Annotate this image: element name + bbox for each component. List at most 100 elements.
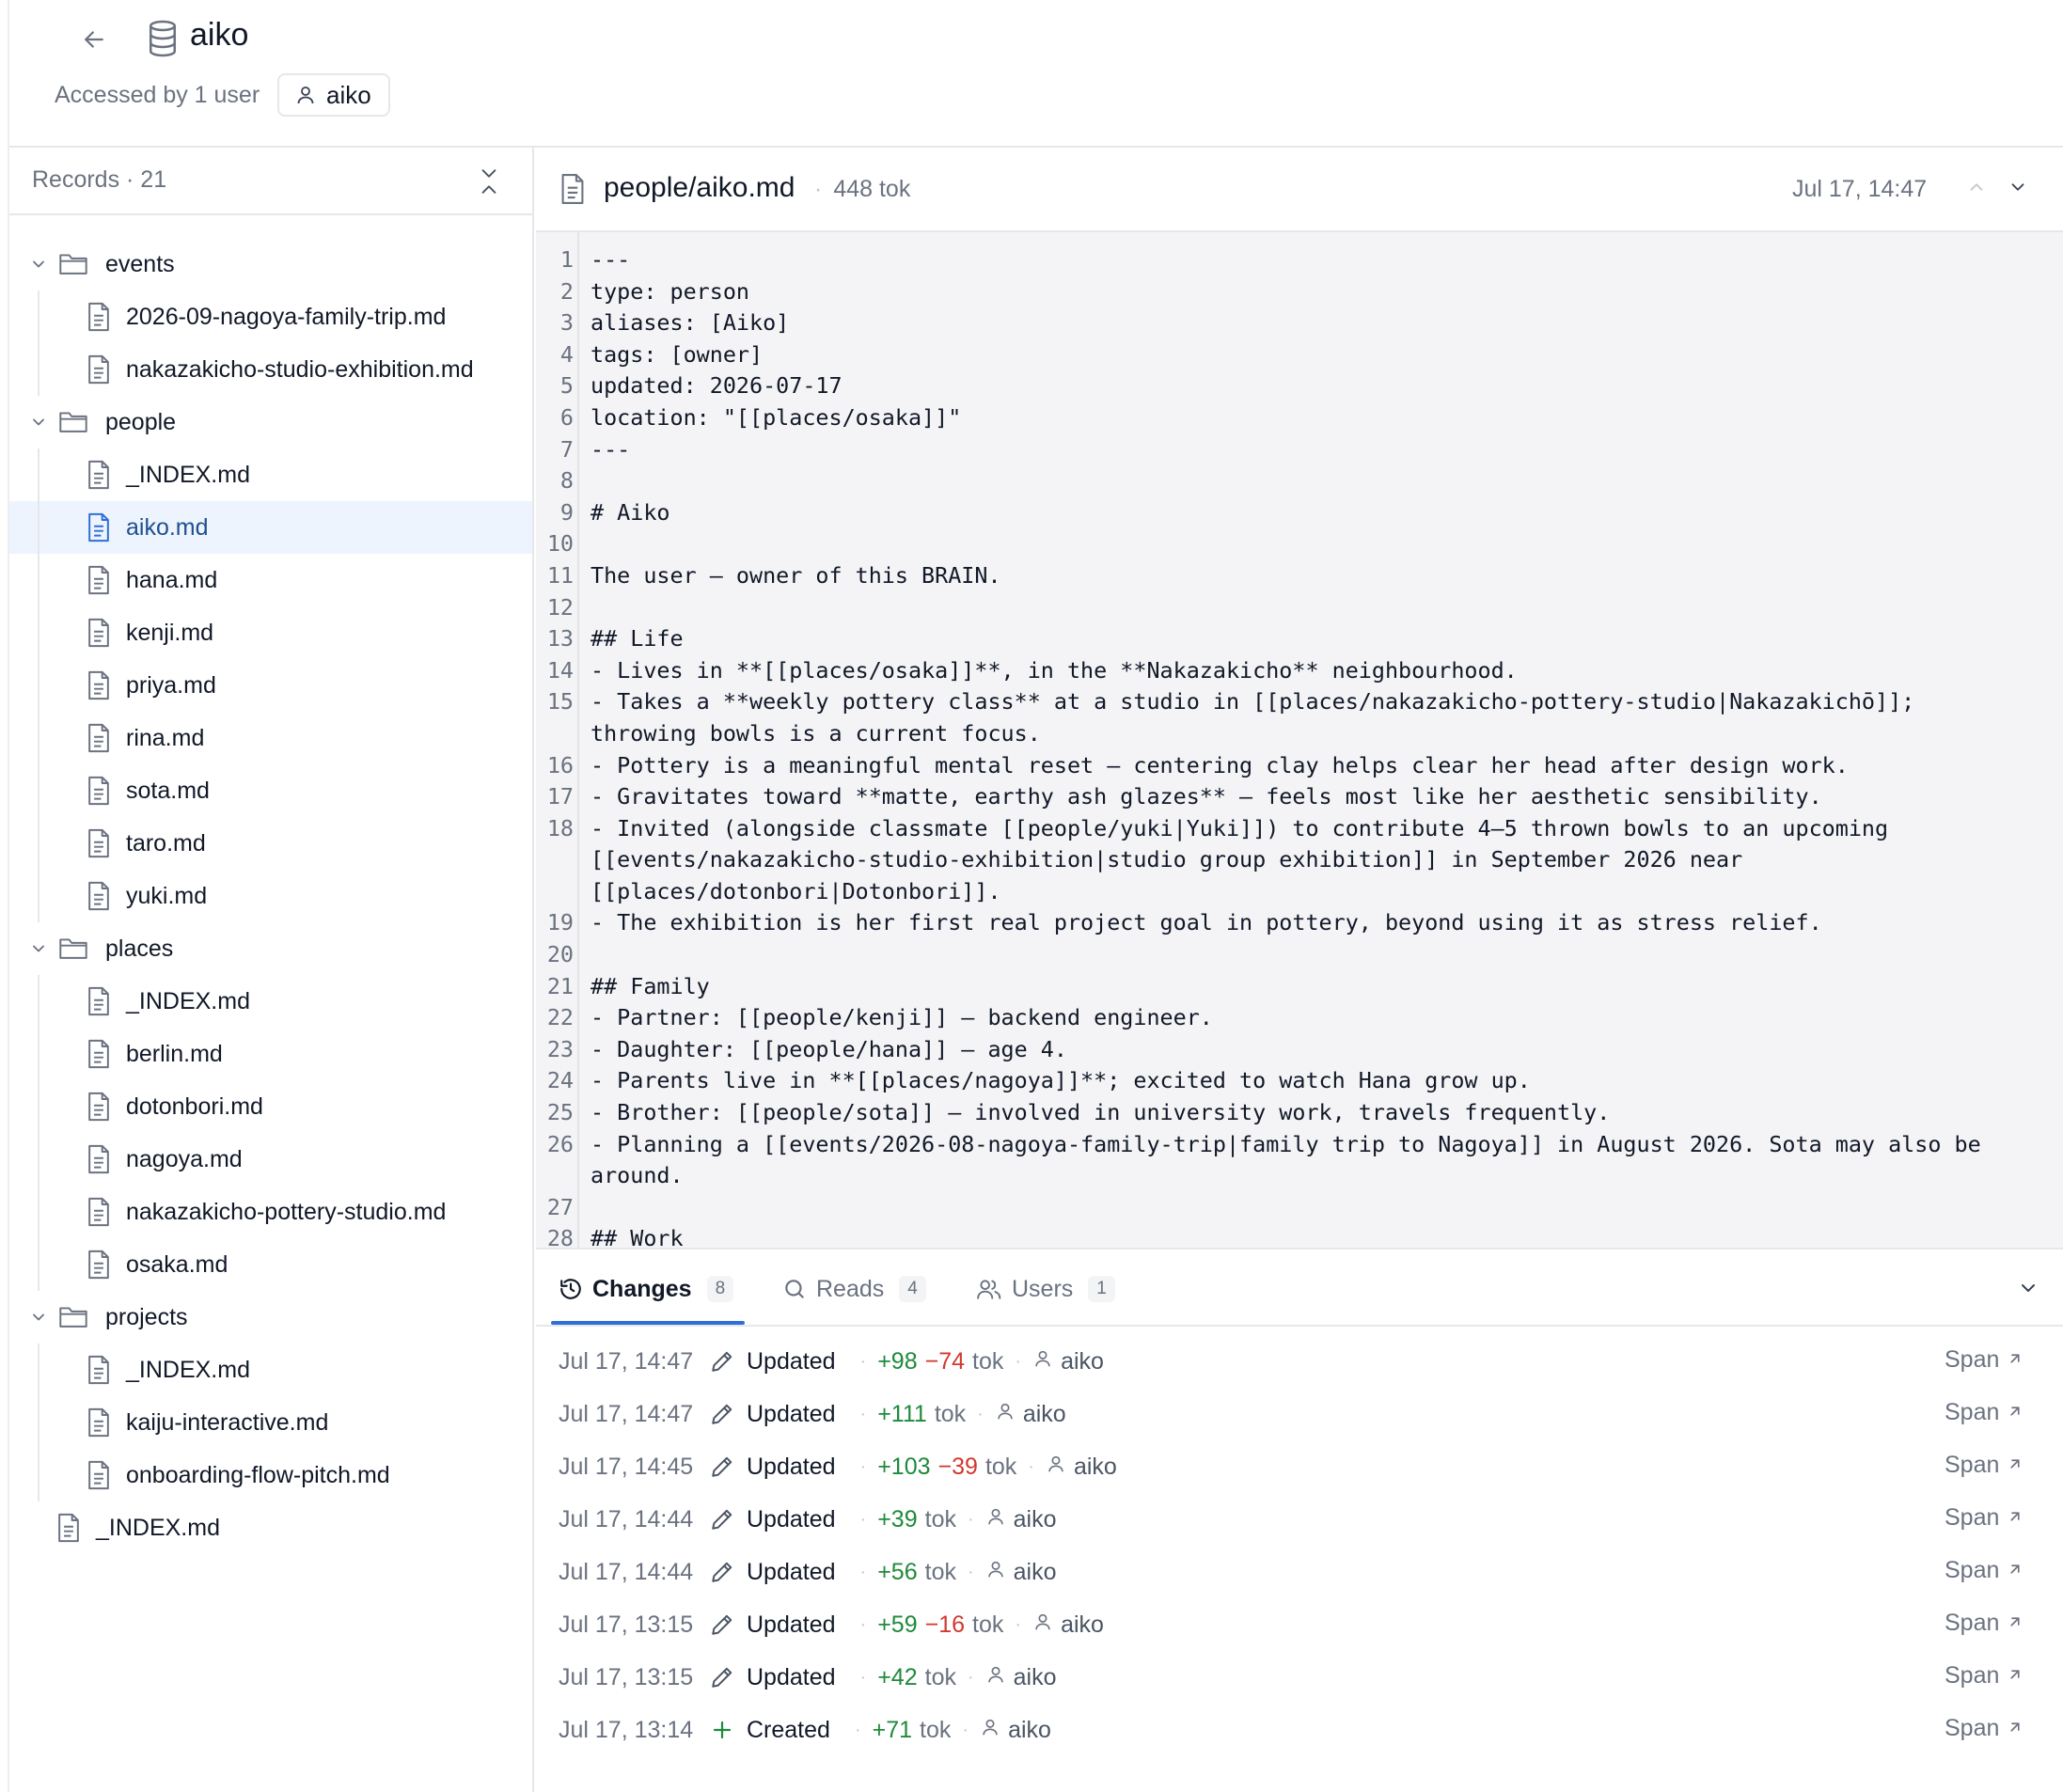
line-text: - Parents live in **[[places/nagoya]]**;… <box>591 1067 1531 1094</box>
line-number: 11 <box>546 561 574 589</box>
user-icon <box>1046 1454 1066 1481</box>
change-user[interactable]: aiko <box>985 1559 1057 1586</box>
previous-version-button[interactable] <box>1961 172 1992 202</box>
file-item[interactable]: nagoya.md <box>9 1133 532 1186</box>
tab-reads-label: Reads <box>816 1275 885 1302</box>
change-user[interactable]: aiko <box>1032 1348 1104 1375</box>
span-link[interactable]: Span <box>1945 1346 2024 1374</box>
file-item[interactable]: berlin.md <box>9 1028 532 1080</box>
change-user[interactable]: aiko <box>1046 1454 1117 1481</box>
file-tree: events 2026-09-nagoya-family-trip.md nakaz… <box>9 238 532 1554</box>
change-user[interactable]: aiko <box>985 1664 1057 1691</box>
file-icon <box>87 512 113 542</box>
file-item[interactable]: yuki.md <box>9 870 532 922</box>
change-time: Jul 17, 14:47 <box>559 1347 694 1375</box>
tokens-added: +103 <box>877 1453 931 1480</box>
line-text: - Takes a **weekly pottery class** at a … <box>591 688 1915 747</box>
separator-dot: · <box>859 1350 867 1372</box>
file-item[interactable]: taro.md <box>9 817 532 870</box>
file-item[interactable]: _INDEX.md <box>9 1344 532 1396</box>
change-time: Jul 17, 14:44 <box>559 1558 694 1585</box>
separator-dot: · <box>962 1719 969 1740</box>
next-version-button[interactable] <box>2003 172 2033 202</box>
arrow-up-right-icon <box>2007 1662 2024 1690</box>
change-row: Jul 17, 14:47 Updated · +111 tok · aiko Span <box>536 1388 2063 1440</box>
collapse-panel-button[interactable] <box>2012 1272 2044 1304</box>
changes-list: Jul 17, 14:47 Updated · +98 −74 tok · aiko Span J… <box>536 1335 2063 1756</box>
span-link[interactable]: Span <box>1945 1610 2024 1637</box>
file-item[interactable]: _INDEX.md <box>9 448 532 501</box>
user-icon <box>297 86 314 104</box>
chevron-down-icon[interactable] <box>28 412 49 432</box>
arrow-up-right-icon <box>2007 1346 2024 1374</box>
tab-changes[interactable]: Changes 8 <box>559 1270 734 1308</box>
file-item[interactable]: osaka.md <box>9 1238 532 1291</box>
change-user[interactable]: aiko <box>1032 1611 1104 1639</box>
file-item[interactable]: dotonbori.md <box>9 1080 532 1133</box>
folder-places[interactable]: places <box>9 922 532 975</box>
change-time: Jul 17, 13:14 <box>559 1716 694 1743</box>
line-text: - Lives in **[[places/osaka]]**, in the … <box>591 656 1518 684</box>
tab-reads[interactable]: Reads 4 <box>782 1270 926 1308</box>
page-header: aiko Accessed by 1 user aiko <box>9 0 2063 148</box>
change-user-name: aiko <box>1073 1453 1117 1480</box>
folder-people[interactable]: people <box>9 396 532 448</box>
folder-events[interactable]: events <box>9 238 532 291</box>
span-link[interactable]: Span <box>1945 1557 2024 1584</box>
collapse-all-button[interactable] <box>472 165 506 198</box>
line-text <box>574 939 2040 971</box>
chevron-down-icon[interactable] <box>28 938 49 959</box>
tokens-removed: −39 <box>937 1453 978 1480</box>
code-line: 22 - Partner: [[people/kenji]] — backend … <box>536 1002 2063 1034</box>
file-label: yuki.md <box>126 882 208 909</box>
line-number: 25 <box>546 1099 574 1126</box>
code-line: 15 - Takes a **weekly pottery class** at … <box>536 686 2063 749</box>
file-icon <box>87 670 113 700</box>
file-item[interactable]: 2026-09-nagoya-family-trip.md <box>9 291 532 343</box>
line-text <box>574 465 2040 497</box>
tab-users[interactable]: Users 1 <box>976 1270 1115 1308</box>
back-button[interactable] <box>75 21 113 58</box>
history-icon <box>560 1279 581 1299</box>
user-chip[interactable]: aiko <box>277 73 390 117</box>
file-item[interactable]: nakazakicho-studio-exhibition.md <box>9 343 532 396</box>
line-number: 22 <box>546 1004 574 1031</box>
change-user[interactable]: aiko <box>985 1506 1057 1533</box>
span-link[interactable]: Span <box>1945 1662 2024 1690</box>
file-item[interactable]: _INDEX.md <box>9 975 532 1028</box>
file-item[interactable]: kenji.md <box>9 606 532 659</box>
change-user[interactable]: aiko <box>980 1717 1051 1744</box>
line-number: 9 <box>559 498 574 526</box>
span-link[interactable]: Span <box>1945 1452 2024 1479</box>
code-line: 28 ## Work <box>536 1223 2063 1248</box>
change-user[interactable]: aiko <box>995 1401 1066 1428</box>
token-unit: tok <box>972 1347 1004 1375</box>
line-number: 18 <box>546 814 574 841</box>
chevron-down-icon[interactable] <box>28 1307 49 1328</box>
chevron-down-icon <box>2011 183 2024 191</box>
file-item[interactable]: sota.md <box>9 764 532 817</box>
file-item[interactable]: onboarding-flow-pitch.md <box>9 1449 532 1501</box>
file-item[interactable]: kaiju-interactive.md <box>9 1396 532 1449</box>
code-line: 6 location: "[[places/osaka]]" <box>536 402 2063 434</box>
file-label: sota.md <box>126 777 210 804</box>
file-item[interactable]: rina.md <box>9 712 532 764</box>
file-item[interactable]: priya.md <box>9 659 532 712</box>
line-text: --- <box>591 246 631 273</box>
code-viewer[interactable]: 1 --- 2 type: person 3 aliases: [Aiko] 4 tags: … <box>536 232 2063 1250</box>
change-row: Jul 17, 14:44 Updated · +39 tok · aiko Span <box>536 1493 2063 1546</box>
file-item[interactable]: _INDEX.md <box>9 1501 532 1554</box>
change-action: Updated <box>747 1663 836 1690</box>
file-item[interactable]: nakazakicho-pottery-studio.md <box>9 1186 532 1238</box>
tokens-removed: −74 <box>924 1347 966 1375</box>
span-link[interactable]: Span <box>1945 1399 2024 1426</box>
code-line: 7 --- <box>536 434 2063 466</box>
folder-projects[interactable]: projects <box>9 1291 532 1344</box>
file-item-selected[interactable]: aiko.md <box>9 501 532 554</box>
span-link[interactable]: Span <box>1945 1715 2024 1742</box>
span-link[interactable]: Span <box>1945 1504 2024 1532</box>
chevron-down-icon[interactable] <box>28 254 49 275</box>
separator-dot: · <box>859 1455 867 1477</box>
file-label: nakazakicho-studio-exhibition.md <box>126 355 474 383</box>
file-item[interactable]: hana.md <box>9 554 532 606</box>
